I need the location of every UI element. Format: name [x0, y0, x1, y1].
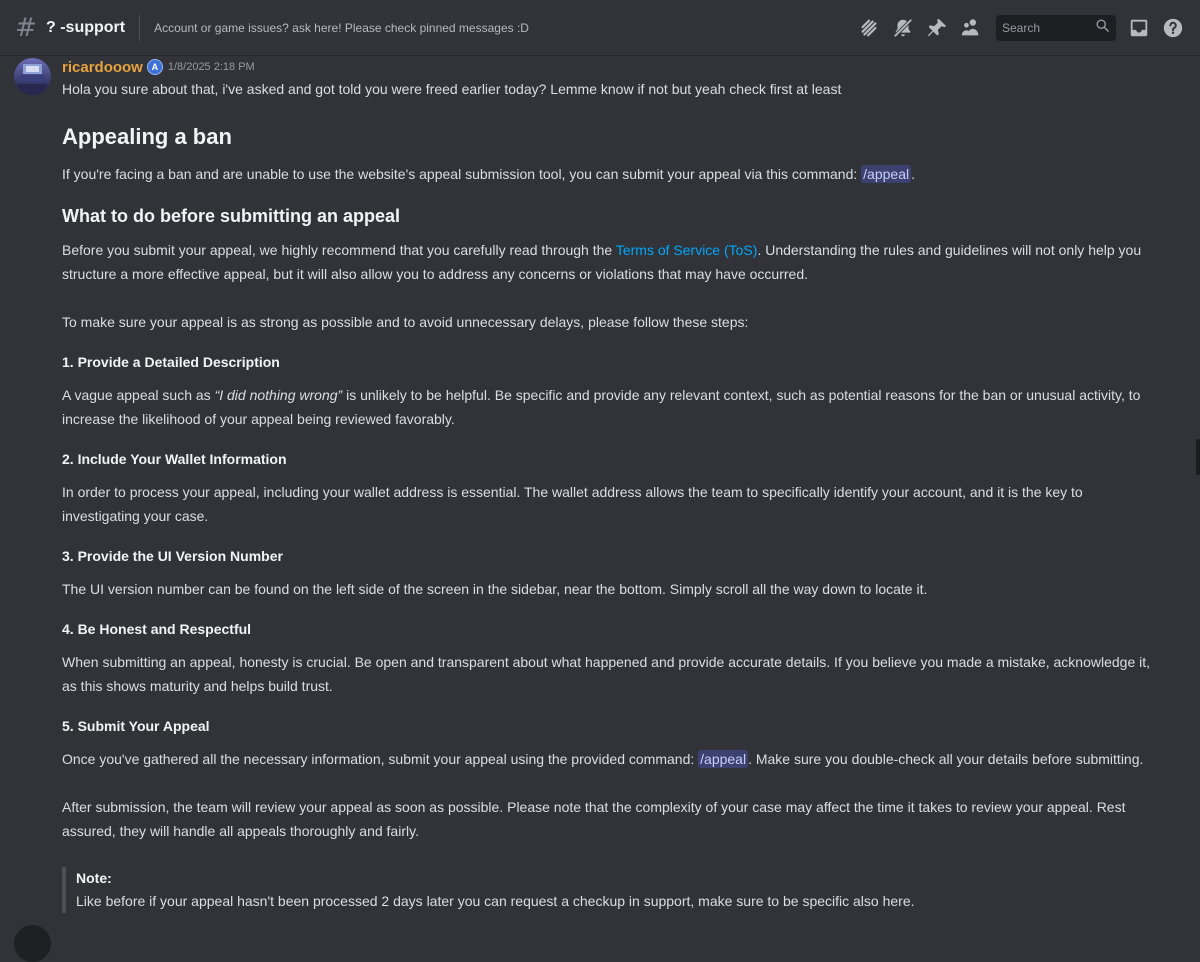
next-message-avatar[interactable] — [14, 925, 51, 962]
tos-link[interactable]: Terms of Service (ToS) — [616, 242, 758, 258]
appeal-intro-paragraph: If you're facing a ban and are unable to… — [62, 162, 1160, 186]
step5-command[interactable]: /appeal — [698, 750, 749, 768]
scrollbar-thumb[interactable] — [1196, 439, 1200, 475]
step1-paragraph: A vague appeal such as “I did nothing wr… — [62, 383, 1160, 431]
role-badge-icon[interactable]: A — [146, 59, 163, 75]
appeal-intro-end: . — [911, 166, 915, 182]
channel-header: # ? -support Account or game issues? ask… — [0, 0, 1200, 56]
member-list-icon[interactable] — [954, 11, 988, 45]
step5-text: Once you've gathered all the necessary i… — [62, 751, 699, 767]
appeal-heading: Appealing a ban — [62, 124, 232, 149]
search-placeholder: Search — [1002, 20, 1041, 35]
channel-topic[interactable]: Account or game issues? ask here! Please… — [154, 21, 852, 35]
step1-quote: “I did nothing wrong” — [214, 387, 343, 403]
message: ricardooow A 1/8/2025 2:18 PM Hola you s… — [0, 56, 1200, 913]
step3-title: 3. Provide the UI Version Number — [62, 548, 283, 564]
appeal-command[interactable]: /appeal — [861, 165, 912, 183]
message-header: ricardooow A 1/8/2025 2:18 PM — [62, 56, 1160, 78]
note-text: Like before if your appeal hasn't been p… — [76, 893, 915, 909]
notification-muted-icon[interactable] — [886, 11, 920, 45]
step5-title: 5. Submit Your Appeal — [62, 718, 210, 734]
timestamp: 1/8/2025 2:18 PM — [167, 61, 255, 73]
before-heading: What to do before submitting an appeal — [62, 206, 401, 226]
help-icon[interactable] — [1156, 11, 1190, 45]
step2-text: In order to process your appeal, includi… — [62, 484, 1083, 524]
steps-intro: To make sure your appeal is as strong as… — [62, 314, 749, 330]
header-toolbar: Search — [852, 11, 1190, 45]
pin-icon[interactable] — [920, 11, 954, 45]
search-input[interactable]: Search — [996, 14, 1116, 41]
message-intro: Hola you sure about that, i've asked and… — [62, 81, 842, 97]
step1-title: 1. Provide a Detailed Description — [62, 354, 280, 370]
step5-paragraph: Once you've gathered all the necessary i… — [62, 747, 1160, 771]
step4-text: When submitting an appeal, honesty is cr… — [62, 654, 1151, 694]
step4-title: 4. Be Honest and Respectful — [62, 621, 252, 637]
search-icon — [1095, 18, 1110, 38]
channel-name: ? -support — [46, 18, 126, 36]
username[interactable]: ricardooow — [62, 59, 143, 76]
header-divider — [139, 14, 141, 41]
note-blockquote: Note: Like before if your appeal hasn't … — [62, 867, 1160, 913]
appeal-intro-text: If you're facing a ban and are unable to… — [62, 166, 862, 182]
note-title: Note: — [76, 870, 112, 886]
threads-icon[interactable] — [852, 11, 886, 45]
after-submission-text: After submission, the team will review y… — [62, 799, 1126, 839]
step1-text: A vague appeal such as — [62, 387, 215, 403]
step5-text-end: . Make sure you double-check all your de… — [748, 751, 1144, 767]
step3-text: The UI version number can be found on th… — [62, 581, 928, 597]
step2-title: 2. Include Your Wallet Information — [62, 451, 287, 467]
inbox-icon[interactable] — [1122, 11, 1156, 45]
avatar[interactable] — [14, 58, 51, 95]
hashtag-icon: # — [15, 12, 37, 43]
before-text: Before you submit your appeal, we highly… — [62, 242, 616, 258]
before-paragraph: Before you submit your appeal, we highly… — [62, 238, 1160, 286]
